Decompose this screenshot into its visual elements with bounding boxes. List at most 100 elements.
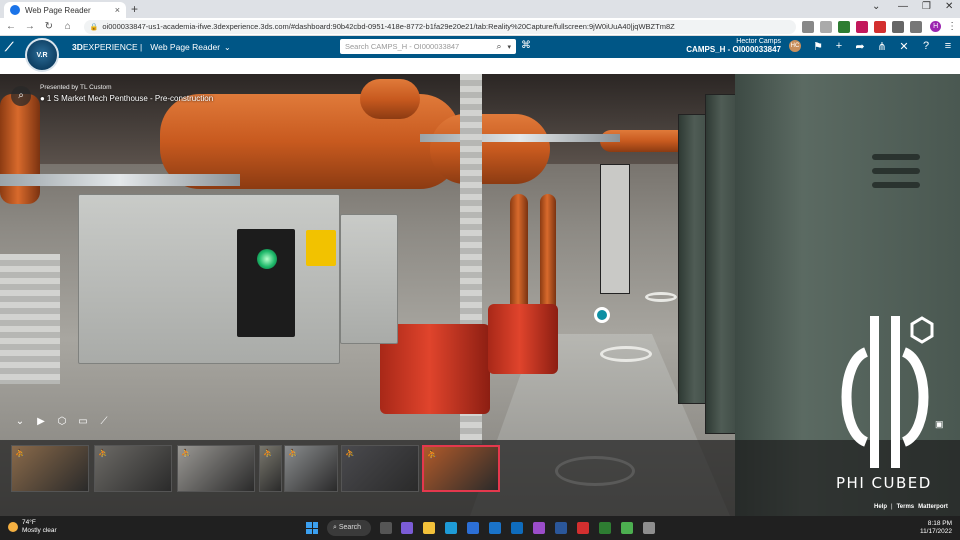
notepad-icon[interactable] xyxy=(621,522,633,534)
pipe-run xyxy=(430,114,550,184)
maximize-button[interactable]: ❐ xyxy=(922,1,931,12)
thumbnail-scan-5[interactable]: ⛹ xyxy=(284,445,338,492)
browser-tab-active[interactable]: Web Page Reader × xyxy=(4,2,126,18)
help-link[interactable]: Help xyxy=(874,504,887,510)
teams-chat-icon[interactable] xyxy=(533,522,545,534)
user-name: Hector Camps xyxy=(736,38,781,45)
tag-icon[interactable]: ⌘ xyxy=(521,40,531,51)
vfd-panel xyxy=(78,194,340,364)
tab-search-icon[interactable]: ⌄ xyxy=(872,1,880,12)
location-pin-icon: ● xyxy=(40,94,45,103)
sidebar-icon[interactable] xyxy=(910,20,923,33)
system-clock[interactable]: 8:18 PM 11/17/2022 xyxy=(916,520,952,536)
wall-panel xyxy=(600,164,630,294)
disconnect-box xyxy=(340,214,398,344)
floorplan-icon[interactable]: ▭ xyxy=(77,416,89,428)
disconnect-switch xyxy=(306,230,336,266)
lock-icon[interactable]: 🔒 xyxy=(90,23,99,31)
user-info[interactable]: Hector Camps CAMPS_H - OI000033847 xyxy=(683,38,781,54)
file-explorer-icon[interactable] xyxy=(423,522,435,534)
compass-button[interactable]: V.R xyxy=(25,38,59,72)
search-scope-dropdown-icon[interactable]: ▾ xyxy=(507,43,511,51)
ds-logo-icon: ⟋ xyxy=(5,39,14,54)
viewer-search-icon[interactable]: ⌕ xyxy=(11,86,31,106)
chrome-icon[interactable] xyxy=(599,522,611,534)
presented-by: Presented by TL Custom xyxy=(40,84,112,91)
tools-icon[interactable]: ✕ xyxy=(897,40,911,53)
menu-icon[interactable]: ≡ xyxy=(941,40,955,52)
bookmark-star-icon[interactable] xyxy=(820,20,833,33)
tab-close-icon[interactable]: × xyxy=(115,5,120,15)
store-icon[interactable] xyxy=(467,522,479,534)
thumbnail-scan-3[interactable]: ⛹ xyxy=(177,445,255,492)
forward-icon[interactable]: → xyxy=(22,21,38,32)
model-title[interactable]: ● 1 S Market Mech Penthouse - Pre-constru… xyxy=(40,94,213,103)
network-icon[interactable]: ⋔ xyxy=(875,40,889,53)
browser-menu-icon[interactable]: ⋮ xyxy=(944,21,960,32)
share-icon[interactable]: ➦ xyxy=(853,40,867,53)
dashboard-tab-strip xyxy=(0,58,960,74)
taskbar-search-label: Search xyxy=(338,524,362,531)
dollhouse-icon[interactable]: ⬡ xyxy=(56,416,68,428)
mail-icon[interactable] xyxy=(489,522,501,534)
strut-rack xyxy=(0,174,240,186)
chevron-down-icon[interactable]: ⌄ xyxy=(14,416,26,428)
acrobat-icon[interactable] xyxy=(577,522,589,534)
search-input[interactable]: Search CAMPS_H - OI000033847 ⌕ ▾ xyxy=(340,39,516,54)
cabinet-vent xyxy=(872,168,920,174)
thumbnail-scan-4[interactable]: ⛹ xyxy=(259,445,282,492)
help-icon[interactable]: ? xyxy=(919,40,933,52)
matterport-link[interactable]: Matterport xyxy=(918,504,948,510)
walk-icon: ⛹ xyxy=(15,449,25,458)
walk-icon: ⛹ xyxy=(288,449,298,458)
search-icon[interactable]: ⌕ xyxy=(496,41,501,52)
navigation-marker[interactable] xyxy=(594,307,610,323)
weather-widget[interactable]: 74°F Mostly clear xyxy=(8,519,57,535)
green-indicator-light xyxy=(257,249,277,269)
back-icon[interactable]: ← xyxy=(3,21,19,32)
taskbar-search[interactable]: ⌕ Search xyxy=(327,520,371,536)
viewer-footer: Help | Terms Matterport xyxy=(874,504,948,510)
address-bar[interactable]: 🔒 oi000033847-us1-academia-ifwe.3dexperi… xyxy=(83,19,797,34)
avatar[interactable]: HC xyxy=(789,40,801,52)
steel-grating xyxy=(0,254,60,384)
extension-red-icon[interactable] xyxy=(874,20,887,33)
terms-link[interactable]: Terms xyxy=(897,504,915,510)
thumbnail-dollhouse[interactable]: ⛹ xyxy=(341,445,419,492)
minimize-button[interactable]: — xyxy=(898,1,908,12)
extension-pink-icon[interactable] xyxy=(856,20,869,33)
extensions-puzzle-icon[interactable] xyxy=(892,20,905,33)
compass-label: V.R xyxy=(36,51,48,59)
pipe-elbow xyxy=(360,79,420,119)
home-icon[interactable]: ⌂ xyxy=(60,21,76,32)
thumbnail-scan-2[interactable]: ⛹ xyxy=(94,445,172,492)
phi-cubed-logo xyxy=(841,316,934,468)
snipping-tool-icon[interactable] xyxy=(643,522,655,534)
play-icon[interactable]: ▶ xyxy=(35,416,47,428)
reload-icon[interactable]: ↻ xyxy=(41,21,57,32)
windows-start-icon[interactable] xyxy=(306,522,318,534)
share-page-icon[interactable] xyxy=(802,20,815,33)
thumbnail-scan-7[interactable]: ⛹ xyxy=(422,445,500,492)
share-view-icon[interactable]: ⋖ xyxy=(915,419,923,430)
walk-icon: ⛹ xyxy=(181,449,191,458)
strut-rack-upper xyxy=(420,134,620,142)
search-placeholder: Search CAMPS_H - OI000033847 xyxy=(345,42,460,51)
teams-icon[interactable] xyxy=(401,522,413,534)
app-name[interactable]: Web Page Reader xyxy=(150,42,220,52)
url-text[interactable]: oi000033847-us1-academia-ifwe.3dexperien… xyxy=(102,22,674,31)
task-view-icon[interactable] xyxy=(380,522,392,534)
profile-avatar[interactable]: H xyxy=(930,21,942,32)
plus-icon[interactable]: + xyxy=(832,40,846,52)
extension-green-icon[interactable] xyxy=(838,20,851,33)
vr-icon[interactable]: ▣ xyxy=(935,419,944,430)
bell-icon[interactable]: ⚑ xyxy=(811,40,825,53)
thumbnail-scan-1[interactable]: ⛹ xyxy=(11,445,89,492)
new-tab-button[interactable]: + xyxy=(131,2,138,16)
measure-icon[interactable]: ⟋ xyxy=(98,416,110,428)
word-icon[interactable] xyxy=(555,522,567,534)
close-window-button[interactable]: ✕ xyxy=(945,1,953,12)
outlook-icon[interactable] xyxy=(511,522,523,534)
chevron-down-icon[interactable]: ⌄ xyxy=(224,43,231,52)
edge-icon[interactable] xyxy=(445,522,457,534)
